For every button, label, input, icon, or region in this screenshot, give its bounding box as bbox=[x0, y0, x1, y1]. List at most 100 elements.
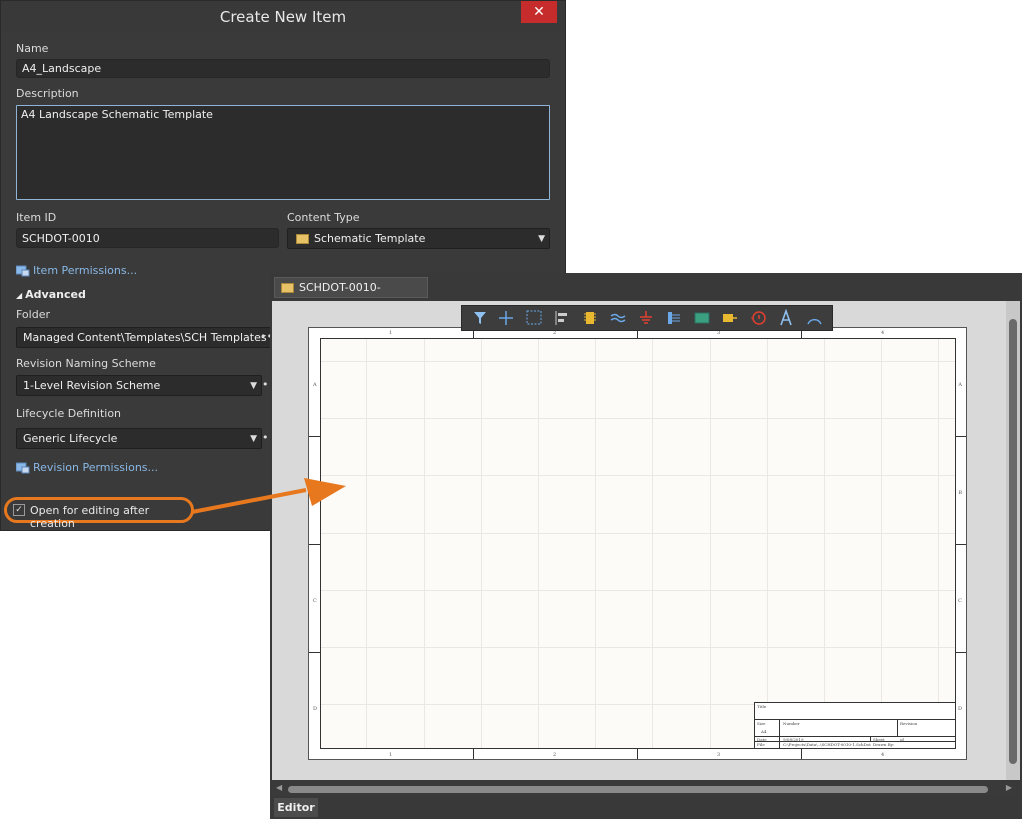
text-icon[interactable] bbox=[776, 309, 796, 327]
scroll-right-icon[interactable]: ▶ bbox=[1006, 783, 1012, 792]
grid-line bbox=[595, 339, 596, 748]
grid-line bbox=[321, 361, 955, 362]
revision-permissions-link[interactable]: Revision Permissions... bbox=[16, 461, 158, 474]
title-block-line bbox=[897, 719, 898, 736]
item-permissions-label: Item Permissions... bbox=[33, 264, 138, 277]
item-id-label: Item ID bbox=[16, 211, 57, 224]
open-for-editing-highlight: ✓ Open for editing after creation bbox=[4, 497, 194, 530]
dialog-title: Create New Item bbox=[219, 8, 347, 26]
collapse-icon: ◢ bbox=[16, 291, 23, 300]
grid-line bbox=[321, 418, 955, 419]
zone-label-right: B bbox=[958, 490, 962, 496]
sheet-symbol-icon[interactable] bbox=[692, 309, 712, 327]
number-label: Number bbox=[783, 721, 800, 726]
grid-line bbox=[881, 339, 882, 748]
document-icon bbox=[281, 283, 294, 293]
title-block: Title Size A4 Number Revision Date 9/08/… bbox=[754, 702, 955, 748]
border-tick bbox=[955, 652, 966, 653]
schematic-sheet: 1 2 3 4 1 2 3 4 A B C D A B C D bbox=[308, 327, 967, 760]
drawn-by-label: Drawn By: bbox=[873, 742, 895, 747]
chevron-down-icon: ▼ bbox=[250, 434, 257, 444]
horizontal-scrollbar[interactable]: ◀ ▶ bbox=[272, 782, 1016, 796]
zone-label-left: D bbox=[313, 706, 318, 712]
grid-line bbox=[538, 339, 539, 748]
component-icon[interactable] bbox=[580, 309, 600, 327]
document-tab[interactable]: SCHDOT-0010-1.SchDot * bbox=[274, 277, 428, 313]
zone-label-bottom: 1 bbox=[389, 752, 393, 758]
harness-icon[interactable] bbox=[664, 309, 684, 327]
grid-line bbox=[366, 339, 367, 748]
zone-label-right: D bbox=[957, 706, 962, 712]
vertical-scroll-thumb[interactable] bbox=[1009, 319, 1017, 764]
open-for-editing-checkbox[interactable]: ✓ bbox=[13, 504, 25, 516]
advanced-section-toggle[interactable]: ◢ Advanced bbox=[16, 288, 86, 301]
item-id-field[interactable]: SCHDOT-0010 bbox=[16, 228, 279, 248]
file-label: File bbox=[757, 742, 765, 747]
editor-canvas[interactable]: 1 2 3 4 1 2 3 4 A B C D A B C D bbox=[272, 301, 1016, 780]
border-tick bbox=[309, 436, 320, 437]
size-value: A4 bbox=[761, 729, 767, 734]
dialog-titlebar[interactable]: Create New Item ✕ bbox=[1, 1, 565, 33]
zone-label-top: 4 bbox=[881, 330, 885, 336]
zone-label-bottom: 3 bbox=[717, 752, 721, 758]
grid-line bbox=[652, 339, 653, 748]
revision-naming-select[interactable]: 1-Level Revision Scheme ▼ bbox=[16, 375, 262, 396]
of-label: of bbox=[900, 737, 904, 742]
border-tick bbox=[473, 749, 474, 759]
border-tick bbox=[801, 749, 802, 759]
scroll-left-icon[interactable]: ◀ bbox=[276, 783, 282, 792]
bus-icon[interactable] bbox=[608, 309, 628, 327]
sheet-drawing-area: Title Size A4 Number Revision Date 9/08/… bbox=[320, 338, 956, 749]
editor-tab[interactable]: Editor bbox=[274, 798, 318, 817]
net-label-icon[interactable] bbox=[720, 309, 740, 327]
zone-label-top: 1 bbox=[389, 330, 393, 336]
revision-naming-value: 1-Level Revision Scheme bbox=[23, 379, 161, 392]
zone-label-left: C bbox=[313, 598, 317, 604]
no-erc-icon[interactable] bbox=[748, 309, 768, 327]
file-value: C:\Projects\Data\..\SCHDOT-0010-1.SchDot bbox=[783, 742, 871, 747]
border-tick bbox=[955, 436, 966, 437]
content-type-value: Schematic Template bbox=[314, 232, 426, 245]
grid-line bbox=[321, 533, 955, 534]
revision-naming-label: Revision Naming Scheme bbox=[16, 357, 156, 370]
zone-label-bottom: 4 bbox=[881, 752, 885, 758]
permissions-icon bbox=[16, 462, 30, 474]
select-rect-icon[interactable] bbox=[524, 309, 544, 327]
chevron-down-icon: ▼ bbox=[250, 381, 257, 391]
lifecycle-select[interactable]: Generic Lifecycle ▼ bbox=[16, 428, 262, 449]
grid-line bbox=[321, 647, 955, 648]
grid-line bbox=[424, 339, 425, 748]
permissions-icon bbox=[16, 265, 30, 277]
filter-icon[interactable] bbox=[470, 309, 490, 327]
border-tick bbox=[637, 749, 638, 759]
grid-line bbox=[767, 339, 768, 748]
open-for-editing-label[interactable]: Open for editing after creation bbox=[30, 504, 191, 530]
title-block-line bbox=[870, 736, 871, 741]
name-field[interactable]: A4_Landscape bbox=[16, 59, 550, 78]
crosshair-icon[interactable] bbox=[496, 309, 516, 327]
schematic-editor-window: SCHDOT-0010-1.SchDot * 1 2 3 4 1 2 3 bbox=[270, 273, 1022, 819]
grid-line bbox=[481, 339, 482, 748]
description-field[interactable]: A4 Landscape Schematic Template bbox=[16, 105, 550, 200]
grid-line bbox=[938, 339, 939, 748]
schematic-template-icon bbox=[296, 234, 309, 244]
vertical-scrollbar[interactable] bbox=[1006, 301, 1020, 780]
close-icon[interactable]: ✕ bbox=[521, 1, 557, 23]
grid-line bbox=[321, 475, 955, 476]
zone-label-left: A bbox=[313, 382, 317, 388]
name-label: Name bbox=[16, 42, 49, 55]
grid-line bbox=[321, 590, 955, 591]
align-icon[interactable] bbox=[552, 309, 572, 327]
item-permissions-link[interactable]: Item Permissions... bbox=[16, 264, 137, 277]
grid-line bbox=[824, 339, 825, 748]
size-label: Size bbox=[757, 721, 766, 726]
horizontal-scroll-thumb[interactable] bbox=[288, 786, 988, 793]
zone-label-right: A bbox=[958, 382, 962, 388]
arc-icon[interactable] bbox=[804, 309, 824, 327]
title-label: Title bbox=[757, 704, 767, 709]
power-port-icon[interactable] bbox=[636, 309, 656, 327]
content-type-select[interactable]: Schematic Template ▼ bbox=[287, 228, 550, 249]
zone-label-right: C bbox=[958, 598, 962, 604]
border-tick bbox=[955, 544, 966, 545]
folder-field[interactable]: Managed Content\Templates\SCH Templates bbox=[16, 327, 272, 348]
